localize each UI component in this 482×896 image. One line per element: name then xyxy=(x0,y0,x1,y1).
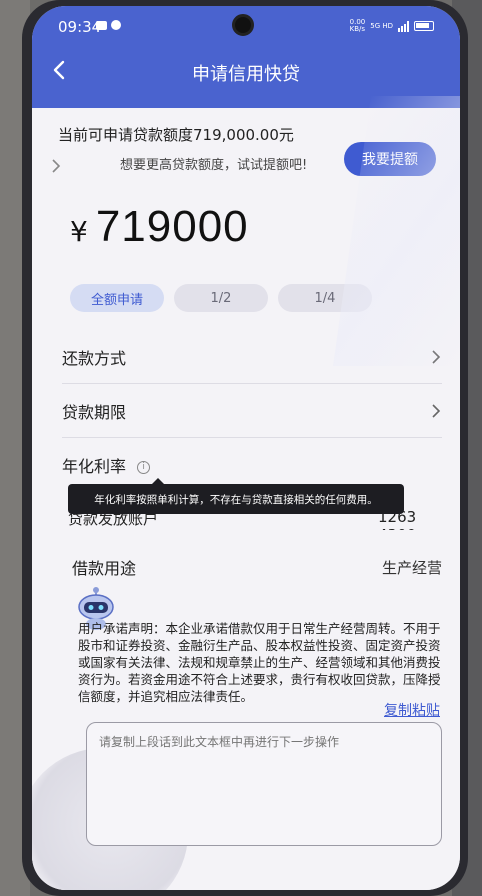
rate-tooltip: 年化利率按照单利计算，不存在与贷款直接相关的任何费用。 xyxy=(68,478,404,514)
copy-paste-link[interactable]: 复制粘贴 xyxy=(384,700,440,720)
status-time: 09:34 xyxy=(58,18,102,36)
page-title: 申请信用快贷 xyxy=(192,64,300,85)
loan-term-row[interactable]: 贷款期限 xyxy=(62,384,442,438)
amount-chip-group: 全额申请 1/2 1/4 xyxy=(70,284,372,312)
raise-quota-button[interactable]: 我要提额 xyxy=(344,142,436,176)
front-camera xyxy=(232,14,254,36)
annual-rate-text: 年化利率 xyxy=(62,457,127,476)
repay-method-label: 还款方式 xyxy=(62,348,127,368)
status-notification-icons xyxy=(96,19,121,30)
chip-quarter[interactable]: 1/4 xyxy=(278,284,372,312)
status-system-icons: 0.00 KB/s 5G HD xyxy=(350,19,434,33)
notification-icon xyxy=(96,21,107,30)
available-quota-text: 当前可申请贷款额度719,000.00元 xyxy=(58,126,294,144)
annual-rate-label: 年化利率 i xyxy=(62,453,151,477)
notification-dot-icon xyxy=(111,19,121,30)
app-header: 09:34 0.00 KB/s 5G HD 申请信用快贷 xyxy=(32,6,460,108)
loan-purpose-row[interactable]: 借款用途 生产经营 xyxy=(72,540,442,594)
info-icon[interactable]: i xyxy=(137,461,151,474)
currency-symbol: ¥ xyxy=(70,215,88,248)
loan-purpose-label: 借款用途 xyxy=(72,559,137,578)
phone-screen: 09:34 0.00 KB/s 5G HD 申请信用快贷 当前可申请贷款额度719… xyxy=(32,6,460,890)
statement-input[interactable] xyxy=(86,722,442,846)
loan-purpose-value: 生产经营 xyxy=(381,558,442,577)
amount-value: 719000 xyxy=(95,202,249,251)
repay-method-row[interactable]: 还款方式 xyxy=(62,330,442,384)
network-type: 5G HD xyxy=(370,21,393,30)
chip-full-amount[interactable]: 全额申请 xyxy=(70,284,164,312)
signal-icon xyxy=(398,20,409,32)
loan-amount[interactable]: ¥ 719000 xyxy=(70,202,249,252)
raise-quota-hint: 想要更高贷款额度，试试提额吧! xyxy=(120,158,308,173)
chevron-right-icon xyxy=(52,159,61,173)
loan-form: 当前可申请贷款额度719,000.00元 想要更高贷款额度，试试提额吧! 我要提… xyxy=(32,108,460,890)
user-commitment-statement: 用户承诺声明：本企业承诺借款仅用于日常生产经营周转。不用于股市和证券投资、金融衍… xyxy=(78,621,441,704)
loan-term-label: 贷款期限 xyxy=(62,402,127,422)
chevron-right-icon xyxy=(432,403,441,418)
chip-half[interactable]: 1/2 xyxy=(174,284,268,312)
net-speed: 0.00 KB/s xyxy=(349,18,366,33)
battery-icon xyxy=(414,21,434,31)
chevron-right-icon xyxy=(432,349,441,364)
